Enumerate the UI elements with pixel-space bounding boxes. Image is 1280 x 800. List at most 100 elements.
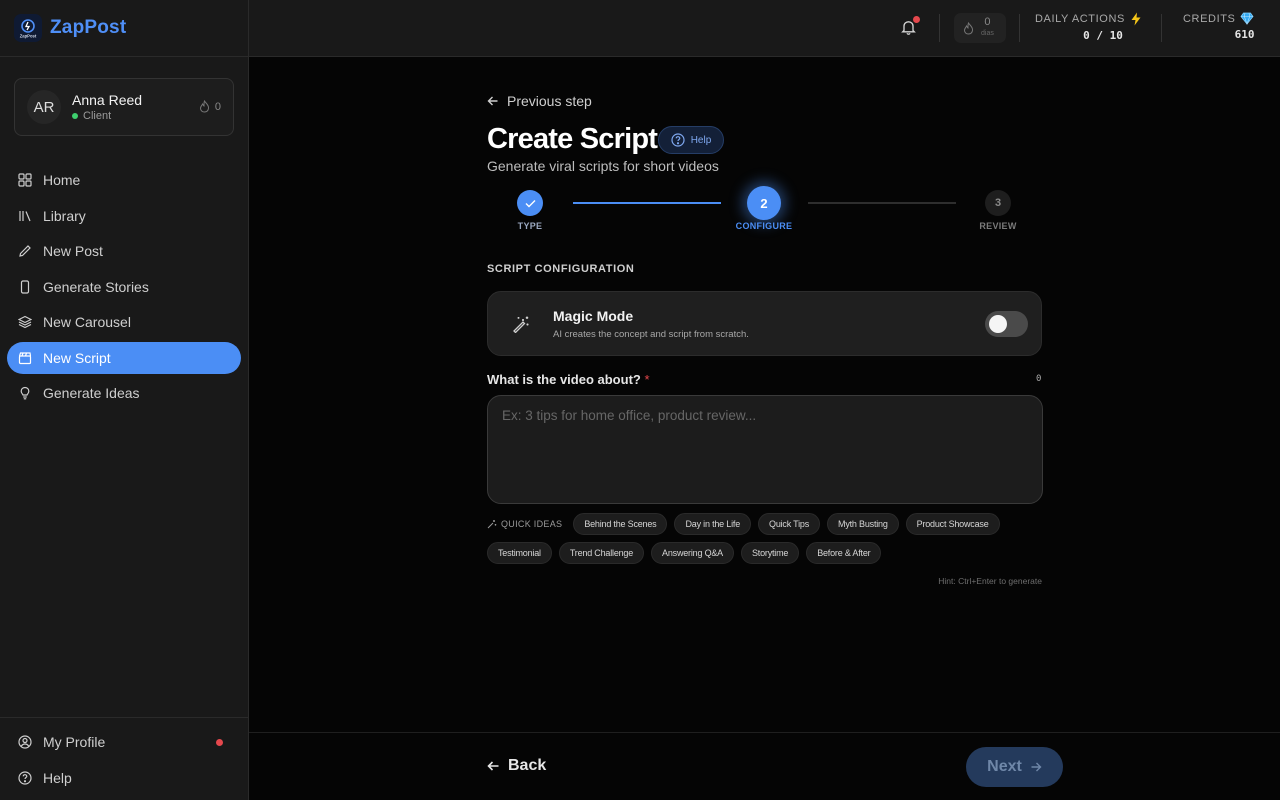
sidebar-item-new-script[interactable]: New Script	[7, 341, 241, 374]
layers-icon	[18, 315, 32, 329]
credits: CREDITS 610	[1183, 12, 1255, 42]
sidebar-item-label: New Script	[43, 349, 111, 366]
quick-idea-chip[interactable]: Storytime	[740, 542, 800, 564]
user-role: Client	[72, 110, 142, 122]
credits-label: CREDITS	[1183, 12, 1236, 25]
video-topic-input[interactable]	[487, 395, 1043, 504]
notification-dot	[913, 16, 920, 23]
sidebar-item-my-profile[interactable]: My Profile	[7, 726, 241, 758]
quick-idea-chip[interactable]: Testimonial	[487, 542, 552, 564]
avatar: AR	[27, 90, 61, 124]
credits-header: CREDITS	[1183, 12, 1254, 25]
streak-value: 0	[984, 16, 991, 28]
sidebar-item-generate-stories[interactable]: Generate Stories	[7, 271, 241, 303]
online-status-dot	[72, 113, 78, 119]
brand-name: ZapPost	[50, 17, 127, 38]
user-circle-icon	[18, 735, 32, 749]
notification-dot	[216, 738, 223, 746]
quick-ideas-label: QUICK IDEAS	[501, 519, 563, 529]
help-button-label: Help	[690, 134, 712, 146]
check-icon	[525, 199, 535, 207]
sidebar-item-help[interactable]: Help	[7, 762, 241, 794]
previous-step-label: Previous step	[507, 93, 592, 109]
sidebar-item-library[interactable]: Library	[7, 200, 241, 232]
streak-unit: dias	[981, 30, 994, 37]
quick-ideas-header: QUICK IDEAS	[487, 519, 562, 529]
phone-icon	[18, 279, 32, 294]
zappost-logo-icon: ZapPost	[14, 14, 42, 42]
sidebar: ZapPost ZapPost AR Anna Reed Client 0 Ho…	[0, 0, 249, 800]
next-button[interactable]: Next	[966, 747, 1063, 787]
logo-wordmark: ZapPost	[20, 34, 37, 39]
sidebar-item-home[interactable]: Home	[7, 164, 241, 196]
sidebar-item-label: Help	[43, 769, 72, 786]
sidebar-item-label: Generate Ideas	[43, 385, 140, 401]
back-button[interactable]: Back	[487, 757, 546, 775]
divider	[1019, 14, 1020, 42]
quick-ideas-row: Testimonial Trend Challenge Answering Q&…	[487, 542, 1047, 564]
quick-idea-chip[interactable]: Behind the Scenes	[573, 513, 668, 535]
previous-step-link[interactable]: Previous step	[487, 93, 592, 109]
quick-idea-chip[interactable]: Quick Tips	[758, 513, 821, 535]
section-title: SCRIPT CONFIGURATION	[487, 263, 635, 275]
sidebar-item-label: New Post	[43, 243, 103, 259]
user-streak: 0	[199, 100, 221, 113]
divider	[1161, 14, 1162, 42]
daily-actions-header: DAILY ACTIONS	[1035, 12, 1142, 26]
sidebar-item-new-post[interactable]: New Post	[7, 235, 241, 267]
divider	[939, 14, 940, 42]
magic-mode-toggle[interactable]	[985, 311, 1028, 337]
next-button-label: Next	[987, 758, 1022, 775]
brand[interactable]: ZapPost ZapPost	[0, 0, 248, 57]
step-connector-done	[573, 202, 721, 204]
streak-counter[interactable]: 0 dias	[954, 13, 1006, 43]
diamond-icon	[1240, 12, 1254, 25]
streak-value-wrap: 0 dias	[981, 17, 994, 39]
arrow-left-icon	[487, 761, 499, 771]
step-3-label: REVIEW	[979, 221, 1017, 231]
daily-actions: DAILY ACTIONS 0 / 10	[1035, 12, 1142, 42]
quick-idea-chip[interactable]: Day in the Life	[674, 513, 752, 535]
help-circle-icon	[18, 770, 32, 785]
flame-icon	[963, 21, 974, 35]
footer-bar: Back Next	[249, 732, 1280, 800]
sidebar-item-label: My Profile	[43, 734, 106, 750]
clapperboard-icon	[18, 351, 32, 365]
toggle-knob	[989, 315, 1007, 333]
user-role-label: Client	[83, 110, 112, 122]
credits-value: 610	[1234, 28, 1255, 41]
help-button[interactable]: Help	[658, 126, 724, 154]
required-mark: *	[644, 372, 650, 387]
user-info: Anna Reed Client	[72, 92, 142, 122]
quick-ideas-row: QUICK IDEAS Behind the Scenes Day in the…	[487, 513, 1047, 535]
user-card[interactable]: AR Anna Reed Client 0	[14, 78, 234, 136]
quick-ideas: QUICK IDEAS Behind the Scenes Day in the…	[487, 513, 1047, 571]
flame-icon	[199, 100, 209, 113]
pencil-icon	[18, 244, 32, 258]
magic-mode-title: Magic Mode	[553, 308, 634, 324]
video-topic-label: What is the video about? *	[487, 372, 650, 387]
lightbulb-icon	[18, 386, 32, 400]
user-name: Anna Reed	[72, 92, 143, 108]
page-subtitle: Generate viral scripts for short videos	[487, 158, 719, 174]
daily-actions-label: DAILY ACTIONS	[1035, 13, 1125, 25]
quick-idea-chip[interactable]: Myth Busting	[827, 513, 899, 535]
arrow-left-icon	[487, 96, 498, 106]
quick-idea-chip[interactable]: Product Showcase	[905, 513, 1000, 535]
quick-idea-chip[interactable]: Before & After	[806, 542, 882, 564]
sidebar-item-new-carousel[interactable]: New Carousel	[7, 306, 241, 338]
sidebar-nav: Home Library New Post Generate Stories N…	[7, 164, 241, 413]
sidebar-item-label: Library	[43, 207, 86, 224]
keyboard-hint: Hint: Ctrl+Enter to generate	[938, 576, 1042, 586]
sidebar-item-generate-ideas[interactable]: Generate Ideas	[7, 377, 241, 409]
step-2-circle[interactable]: 2	[747, 186, 781, 220]
top-bar: 0 dias DAILY ACTIONS 0 / 10 CREDITS 610	[249, 0, 1280, 57]
quick-idea-chip[interactable]: Trend Challenge	[558, 542, 645, 564]
main-content: Previous step Create Script Help Generat…	[249, 57, 1280, 732]
step-1-circle[interactable]	[517, 190, 543, 216]
user-streak-count: 0	[214, 100, 221, 113]
quick-idea-chip[interactable]: Answering Q&A	[651, 542, 734, 564]
step-1-label: TYPE	[517, 221, 543, 231]
magic-mode-description: AI creates the concept and script from s…	[553, 329, 749, 340]
magic-wand-icon	[512, 315, 530, 338]
